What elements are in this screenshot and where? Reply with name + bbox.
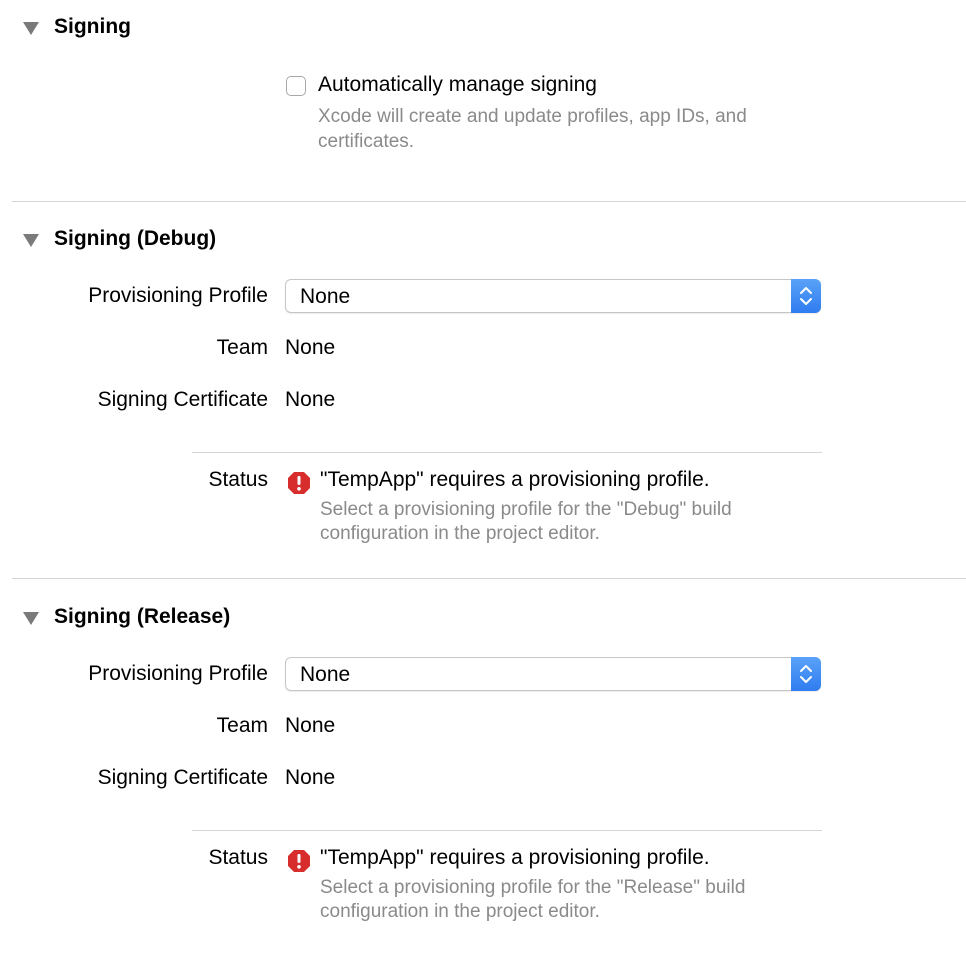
auto-manage-signing-checkbox[interactable]	[286, 76, 306, 96]
signing-certificate-value: None	[285, 766, 336, 789]
status-hint-line2: configuration in the project editor.	[320, 523, 600, 544]
disclosure-triangle-down-icon[interactable]	[23, 234, 39, 247]
error-octagon-icon	[287, 849, 311, 878]
auto-manage-signing-label[interactable]: Automatically manage signing	[318, 73, 597, 97]
popup-stepper-chevron-icon	[791, 657, 821, 691]
auto-manage-signing-hint: Xcode will create and update profiles, a…	[318, 106, 747, 152]
provisioning-profile-popup[interactable]: None	[285, 657, 821, 691]
popup-stepper-chevron-icon	[791, 279, 821, 313]
disclosure-triangle-down-icon[interactable]	[23, 612, 39, 625]
status-divider	[192, 830, 822, 831]
status-divider	[192, 452, 822, 453]
status-hint-line2: configuration in the project editor.	[320, 901, 600, 922]
section-title-signing: Signing	[54, 15, 131, 38]
provisioning-profile-popup[interactable]: None	[285, 279, 821, 313]
section-title-signing-debug: Signing (Debug)	[54, 227, 217, 250]
status-message: "TempApp" requires a provisioning profil…	[320, 468, 710, 491]
disclosure-triangle-down-icon[interactable]	[23, 22, 39, 35]
team-value: None	[285, 714, 336, 737]
status-label: Status	[208, 468, 268, 491]
section-title-signing-release: Signing (Release)	[54, 605, 231, 628]
provisioning-profile-label: Provisioning Profile	[88, 284, 268, 307]
signing-certificate-label: Signing Certificate	[97, 766, 268, 789]
section-divider	[12, 201, 966, 202]
provisioning-profile-label: Provisioning Profile	[88, 662, 268, 685]
error-octagon-icon	[287, 471, 311, 500]
provisioning-profile-value: None	[300, 663, 351, 686]
signing-certificate-label: Signing Certificate	[97, 388, 268, 411]
status-label: Status	[208, 846, 268, 869]
team-label: Team	[216, 336, 268, 359]
status-message: "TempApp" requires a provisioning profil…	[320, 846, 710, 869]
section-divider	[12, 578, 966, 579]
signing-certificate-value: None	[285, 388, 336, 411]
team-value: None	[285, 336, 336, 359]
status-hint-line1: Select a provisioning profile for the "D…	[320, 499, 732, 520]
provisioning-profile-value: None	[300, 285, 351, 308]
team-label: Team	[216, 714, 268, 737]
status-hint-line1: Select a provisioning profile for the "R…	[320, 877, 746, 898]
